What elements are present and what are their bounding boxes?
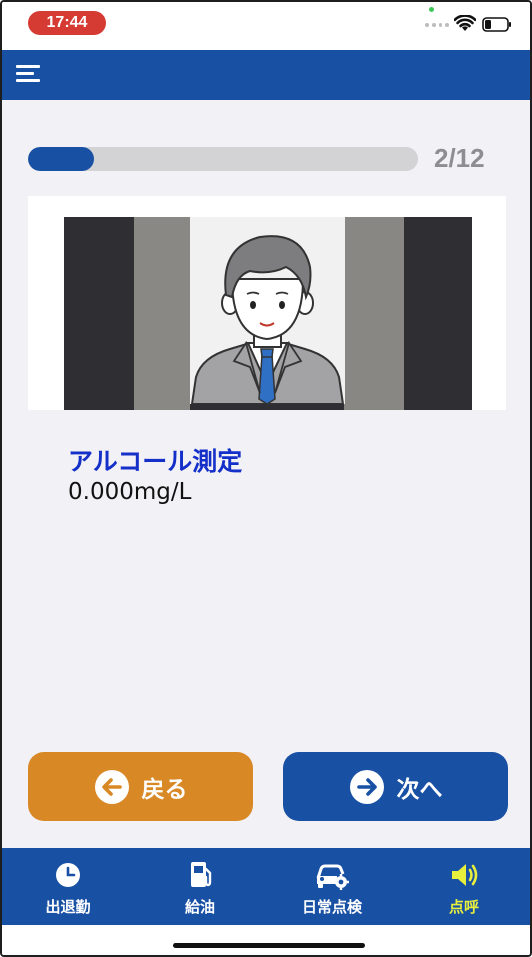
- photo-card: [28, 196, 506, 410]
- measurement-title: アルコール測定: [68, 447, 243, 476]
- home-indicator[interactable]: [173, 943, 365, 948]
- next-button[interactable]: 次へ: [283, 752, 508, 821]
- home-indicator-area: [2, 925, 530, 955]
- status-bar: 17:44: [2, 2, 530, 50]
- car-gear-icon: [316, 864, 349, 890]
- photo-background-wall: [344, 217, 404, 410]
- progress-counter: 2/12: [434, 143, 485, 173]
- phone-screen: 17:44 2/12 アルコール測定 0.000mg/L 戻る 次へ 出退勤 給…: [0, 0, 532, 957]
- tab-label: 給油: [184, 898, 215, 916]
- photo-background-wall: [134, 217, 190, 410]
- progress-bar-fill: [28, 147, 95, 171]
- bottom-tab-bar: 出退勤 給油 日常点検 点呼: [2, 848, 530, 925]
- hamburger-menu-icon[interactable]: [16, 65, 46, 87]
- tab-label: 点呼: [448, 898, 479, 916]
- cellular-signal-icon: [425, 23, 449, 29]
- back-button[interactable]: 戻る: [28, 752, 253, 821]
- fuel-pump-icon: [191, 862, 212, 887]
- wifi-icon: [454, 15, 476, 31]
- arrow-right-circle-icon: [349, 769, 384, 804]
- tab-label: 日常点検: [301, 898, 362, 916]
- tab-attendance[interactable]: 出退勤: [2, 848, 134, 925]
- clock-icon: [56, 863, 80, 887]
- driver-photo: [64, 217, 472, 410]
- app-header: [2, 50, 530, 100]
- next-button-label: 次へ: [396, 776, 443, 803]
- arrow-left-circle-icon: [94, 769, 129, 804]
- tab-daily-inspection[interactable]: 日常点検: [266, 848, 398, 925]
- tab-refuel[interactable]: 給油: [134, 848, 266, 925]
- measurement-value: 0.000mg/L: [68, 479, 192, 505]
- driver-portrait-image: [190, 217, 345, 404]
- tab-roll-call[interactable]: 点呼: [398, 848, 530, 925]
- camera-indicator-icon: [429, 7, 434, 12]
- tab-label: 出退勤: [45, 898, 91, 916]
- progress-bar: [28, 147, 418, 171]
- status-time: 17:44: [28, 11, 106, 35]
- speaker-icon: [452, 864, 478, 886]
- battery-icon: [482, 17, 511, 32]
- back-button-label: 戻る: [141, 776, 188, 803]
